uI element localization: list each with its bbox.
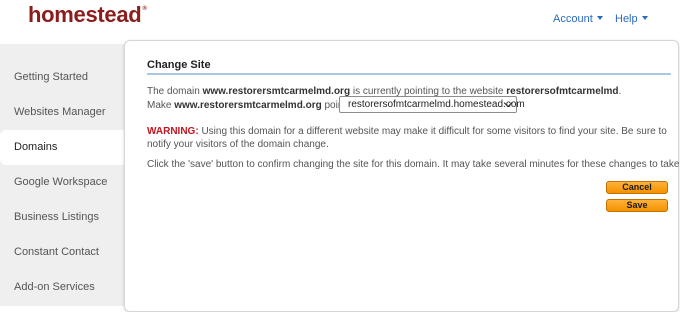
- account-label: Account: [553, 13, 593, 25]
- chevron-down-icon: [596, 16, 603, 21]
- change-site-panel: Change Site The domain www.restorersmtca…: [124, 40, 680, 312]
- sidebar-item-constant-contact[interactable]: Constant Contact: [0, 235, 124, 270]
- homestead-logo[interactable]: homestead®: [28, 2, 147, 28]
- text-fragment: The domain: [147, 86, 203, 97]
- site-select[interactable]: restorersofmtcarmelmd.homestead.com: [339, 96, 525, 113]
- sidebar-item-label: Constant Contact: [14, 246, 99, 258]
- sidebar-item-label: Google Workspace: [14, 176, 108, 188]
- sidebar-item-getting-started[interactable]: Getting Started: [0, 60, 124, 95]
- help-label: Help: [615, 13, 638, 25]
- sidebar-item-label: Getting Started: [14, 71, 88, 83]
- current-site-name: restorersofmtcarmelmd: [506, 86, 619, 97]
- warning-message: WARNING: Using this domain for a differe…: [147, 125, 667, 151]
- help-menu[interactable]: Help: [615, 13, 648, 25]
- top-bar: homestead® Account Help: [0, 0, 680, 44]
- sidebar-item-websites-manager[interactable]: Websites Manager: [0, 95, 124, 130]
- make-point-to-text: Make www.restorersmtcarmelmd.org point t…: [147, 99, 357, 112]
- sidebar-item-google-workspace[interactable]: Google Workspace: [0, 165, 124, 200]
- domain-name: www.restorersmtcarmelmd.org: [174, 100, 322, 111]
- panel-title: Change Site: [147, 59, 211, 71]
- sidebar-item-business-listings[interactable]: Business Listings: [0, 200, 124, 235]
- chevron-down-icon: [641, 16, 648, 21]
- text-fragment: .: [618, 86, 622, 97]
- warning-label: WARNING:: [147, 126, 199, 137]
- sidebar-item-domains[interactable]: Domains: [0, 130, 128, 165]
- logo-registered-mark: ®: [142, 6, 147, 12]
- account-menu[interactable]: Account: [553, 13, 603, 25]
- sidebar-item-label: Domains: [14, 141, 58, 153]
- cancel-button[interactable]: Cancel: [606, 181, 668, 194]
- instruction-text: Click the 'save' button to confirm chang…: [147, 159, 680, 170]
- sidebar-item-add-on-services[interactable]: Add-on Services: [0, 270, 124, 305]
- text-fragment: Make: [147, 100, 175, 111]
- sidebar-item-label: Business Listings: [14, 211, 99, 223]
- sidebar: Getting Started Websites Manager Domains…: [0, 44, 128, 306]
- warning-text: Using this domain for a different websit…: [147, 126, 667, 150]
- title-divider: [147, 73, 671, 75]
- site-select-value: restorersofmtcarmelmd.homestead.com: [348, 99, 525, 110]
- logo-text: homestead: [28, 2, 142, 27]
- sidebar-item-label: Websites Manager: [14, 106, 106, 118]
- save-button[interactable]: Save: [606, 199, 668, 212]
- sidebar-item-label: Add-on Services: [14, 281, 95, 293]
- domain-name: www.restorersmtcarmelmd.org: [202, 86, 351, 97]
